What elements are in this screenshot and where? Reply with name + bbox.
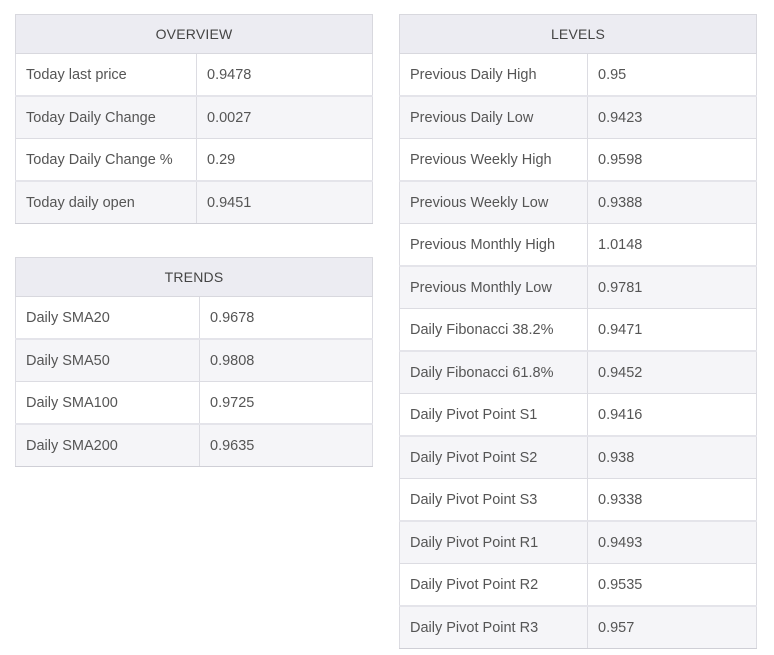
row-label: Previous Daily High [399,53,588,97]
table-row: Today Daily Change % 0.29 [15,138,373,182]
row-value: 0.9598 [587,138,757,182]
row-label: Previous Daily Low [399,95,588,139]
table-row: Previous Daily Low 0.9423 [399,95,757,139]
row-label: Daily Pivot Point S2 [399,435,588,479]
row-value: 0.95 [587,53,757,97]
row-label: Previous Monthly High [399,223,588,267]
row-value: 0.957 [587,605,757,649]
table-row: Previous Weekly Low 0.9388 [399,180,757,224]
row-label: Daily Fibonacci 38.2% [399,308,588,352]
row-value: 0.9781 [587,265,757,309]
row-value: 0.9493 [587,520,757,564]
row-value: 0.29 [196,138,373,182]
row-value: 0.9423 [587,95,757,139]
row-label: Daily Fibonacci 61.8% [399,350,588,394]
row-value: 0.9416 [587,393,757,437]
table-row: Daily SMA50 0.9808 [15,338,373,382]
row-value: 0.9678 [199,296,373,340]
table-row: Daily Pivot Point S1 0.9416 [399,393,757,437]
row-value: 1.0148 [587,223,757,267]
row-label: Daily SMA200 [15,423,200,467]
row-label: Daily Pivot Point S3 [399,478,588,522]
trends-header: TRENDS [15,257,373,297]
table-row: Daily SMA20 0.9678 [15,296,373,340]
row-value: 0.0027 [196,95,373,139]
row-label: Daily Pivot Point R1 [399,520,588,564]
table-row: Today Daily Change 0.0027 [15,95,373,139]
row-label: Today Daily Change [15,95,197,139]
table-row: Daily Pivot Point R1 0.9493 [399,520,757,564]
overview-header: OVERVIEW [15,14,373,54]
table-row: Previous Weekly High 0.9598 [399,138,757,182]
row-label: Daily SMA100 [15,381,200,425]
row-value: 0.9808 [199,338,373,382]
table-row: Previous Monthly High 1.0148 [399,223,757,267]
trends-table: TRENDS Daily SMA20 0.9678 Daily SMA50 0.… [15,257,373,467]
table-row: Daily Pivot Point S3 0.9338 [399,478,757,522]
row-value: 0.9725 [199,381,373,425]
row-value: 0.9452 [587,350,757,394]
row-value: 0.9388 [587,180,757,224]
row-label: Daily Pivot Point S1 [399,393,588,437]
table-row: Daily Pivot Point R2 0.9535 [399,563,757,607]
table-row: Daily Fibonacci 61.8% 0.9452 [399,350,757,394]
row-label: Previous Weekly High [399,138,588,182]
row-label: Today Daily Change % [15,138,197,182]
row-value: 0.9338 [587,478,757,522]
row-value: 0.9471 [587,308,757,352]
row-label: Previous Weekly Low [399,180,588,224]
row-label: Daily Pivot Point R2 [399,563,588,607]
table-row: Daily SMA200 0.9635 [15,423,373,467]
table-row: Previous Daily High 0.95 [399,53,757,97]
table-row: Daily SMA100 0.9725 [15,381,373,425]
row-label: Daily SMA50 [15,338,200,382]
row-value: 0.9635 [199,423,373,467]
levels-header: LEVELS [399,14,757,54]
table-row: Today daily open 0.9451 [15,180,373,224]
row-label: Today daily open [15,180,197,224]
row-label: Previous Monthly Low [399,265,588,309]
row-label: Daily SMA20 [15,296,200,340]
row-value: 0.9535 [587,563,757,607]
table-row: Today last price 0.9478 [15,53,373,97]
table-row: Previous Monthly Low 0.9781 [399,265,757,309]
row-label: Today last price [15,53,197,97]
row-value: 0.938 [587,435,757,479]
table-row: Daily Pivot Point S2 0.938 [399,435,757,479]
row-value: 0.9451 [196,180,373,224]
row-value: 0.9478 [196,53,373,97]
table-row: Daily Pivot Point R3 0.957 [399,605,757,649]
row-label: Daily Pivot Point R3 [399,605,588,649]
overview-table: OVERVIEW Today last price 0.9478 Today D… [15,14,373,224]
levels-table: LEVELS Previous Daily High 0.95 Previous… [399,14,757,649]
table-row: Daily Fibonacci 38.2% 0.9471 [399,308,757,352]
